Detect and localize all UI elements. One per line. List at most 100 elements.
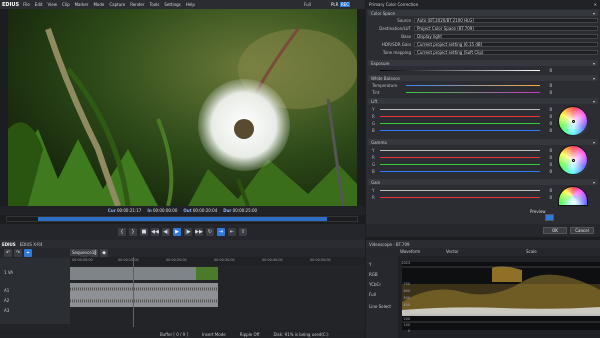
opt-rgb[interactable]: RGB [369,272,378,277]
opt-line-select[interactable]: Line Select [369,304,391,309]
exposure-slider[interactable]: 0 [372,67,552,73]
menu-render[interactable]: Render [130,2,144,7]
ripple-status: Ripple Off [239,331,260,337]
gamma-b-slider[interactable]: B0 [372,168,552,174]
videoscope-title: Videoscope - BT.709 [366,240,600,248]
menu-view[interactable]: View [48,2,58,7]
view-mode-label[interactable]: Full [304,2,311,7]
lift-color-wheel[interactable] [558,106,589,137]
scope-y-500: 500 [403,296,410,300]
menu-edit[interactable]: Edit [35,2,43,7]
opt-ycbcr[interactable]: YCbCr [369,282,381,287]
tab-waveform[interactable]: Waveform [400,249,420,254]
lift-r-slider[interactable]: R0 [372,113,552,119]
opt-y[interactable]: Y [369,262,371,267]
dandelion-image [8,9,357,206]
insert-icon[interactable]: ⇥ [217,228,225,236]
marker-icon[interactable]: ◆ [100,249,108,257]
menu-clip[interactable]: Clip [62,2,70,7]
section-gain[interactable]: Gain ▾ [368,179,598,185]
scope-y-700: 700 [403,282,410,286]
gamma-y-slider[interactable]: Y0 [372,147,552,153]
gain-r-slider[interactable]: R0 [372,194,552,200]
lift-g-slider[interactable]: G0 [372,120,552,126]
row-source: Source Auto (BT.2020/BT.2100 HLG) [368,17,598,23]
track-1va[interactable]: 1 VA [4,270,13,275]
loop-icon[interactable]: ↻ [206,228,214,236]
row-base: Base Display light [368,33,598,39]
fast-forward-icon[interactable]: ▶▶ [195,228,203,236]
overwrite-icon[interactable]: ⇤ [228,228,236,236]
temperature-slider[interactable]: Temperature 0 [372,82,552,88]
timeline-logo: EDIUS [2,241,16,247]
track-a3[interactable]: A3 [4,308,9,313]
play-icon[interactable]: ▶ [173,228,181,236]
track-a2[interactable]: A2 [4,298,9,303]
menu-help[interactable]: Help [186,2,195,7]
cancel-button[interactable]: Cancel [570,227,594,234]
rec-label[interactable]: REC [340,2,351,7]
section-color-space[interactable]: Color Space ▾ [368,10,598,16]
timeline-title: EDIUS X-R4 [19,241,43,247]
menu-file[interactable]: File [23,2,30,7]
video-preview [8,9,357,206]
track-a1[interactable]: A1 [4,288,9,293]
gamma-r-slider[interactable]: R0 [372,154,552,160]
tc-dur: Dur 00:00:25:00 [223,208,258,213]
section-lift[interactable]: Lift ▾ [368,98,598,104]
app-logo: EDIUS [2,1,20,8]
videoscope-options: Y RGB YCbCr Full Line Select [366,256,398,338]
scope-y-1023: 1023 [401,261,410,265]
base-dropdown[interactable]: Display light [414,33,598,39]
tab-vector[interactable]: Vector [446,249,459,254]
hdr-gain-dropdown[interactable]: Current project setting (6.15 dB) [414,41,598,47]
gain-y-slider[interactable]: Y0 [372,187,552,193]
redo-icon[interactable]: ↷ [14,249,22,257]
waveform-display [402,262,600,330]
snap-icon[interactable]: ⌖ [24,249,32,257]
audio-clip[interactable] [70,283,218,307]
undo-icon[interactable]: ↶ [4,249,12,257]
gamma-g-slider[interactable]: G0 [372,161,552,167]
source-dropdown[interactable]: Auto (BT.2020/BT.2100 HLG) [414,17,598,23]
rewind-icon[interactable]: ◀◀ [151,228,159,236]
collapse-icon: ▾ [592,10,595,16]
close-icon[interactable]: ✕ [594,2,597,7]
tone-mapping-dropdown[interactable]: Current project setting (Soft Clip) [414,49,598,55]
disk-status: Disk: 91% is being used(C:) [273,331,329,337]
row-tone-mapping: Tone mapping Current project setting (Sof… [368,49,598,55]
tint-slider[interactable]: Tint 0 [372,89,552,95]
stop-icon[interactable]: ■ [140,228,148,236]
track-headers: 1 VA A1 A2 A3 [0,258,70,324]
menu-capture[interactable]: Capture [109,2,125,7]
section-white-balance[interactable]: White Balance ▾ [368,75,598,81]
mark-in-icon[interactable]: { [118,228,126,236]
transport-controls: { } ■ ◀◀ ◀| ▶ |▶ ▶▶ ↻ ⇥ ⇤ ⇪ [0,224,365,240]
step-back-icon[interactable]: ◀| [162,228,170,236]
timecode-bar: Cur 00:00:21:17 In 00:00:00:00 Out 00:00… [0,206,365,215]
mark-out-icon[interactable]: } [129,228,137,236]
tc-out: Out 00:00:20:04 [183,208,218,213]
ok-button[interactable]: OK [543,227,567,234]
destination-dropdown[interactable]: Project Color Space (BT.709) [414,25,598,31]
lift-b-slider[interactable]: B0 [372,127,552,133]
time-ruler[interactable]: 00:00:00:00 00:00:10:00 00:00:20:00 00:0… [70,257,365,265]
section-gamma[interactable]: Gamma ▾ [368,139,598,145]
gamma-color-wheel[interactable] [558,145,589,176]
sequence-tab[interactable]: Sequence1 [70,249,94,256]
step-forward-icon[interactable]: |▶ [184,228,192,236]
playhead[interactable] [133,257,134,327]
plr-label[interactable]: PLR [331,2,338,7]
panel-title-bar: Primary Color Correction ✕ [366,0,600,9]
menu-settings[interactable]: Settings [164,2,180,7]
section-exposure[interactable]: Exposure ▾ [368,60,598,66]
menu-mode[interactable]: Mode [93,2,104,7]
lift-y-slider[interactable]: Y0 [372,106,552,112]
opt-full[interactable]: Full [369,292,376,297]
preview-toggle[interactable] [545,214,554,221]
menu-marker[interactable]: Marker [75,2,89,7]
menu-tools[interactable]: Tools [150,2,160,7]
tab-scale[interactable]: Scale [526,249,537,254]
scrub-progress [38,217,328,221]
export-icon[interactable]: ⇪ [239,228,247,236]
